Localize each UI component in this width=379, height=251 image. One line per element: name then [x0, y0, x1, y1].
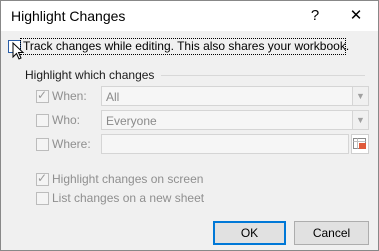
chevron-down-icon[interactable]: ▼ — [352, 111, 368, 129]
who-checkbox[interactable] — [36, 114, 49, 127]
help-icon[interactable]: ? — [305, 6, 325, 26]
chevron-down-icon[interactable]: ▼ — [352, 87, 368, 105]
highlight-on-screen-checkbox[interactable] — [36, 171, 49, 186]
where-label: Where: — [52, 137, 91, 151]
cancel-button[interactable]: Cancel — [294, 221, 369, 245]
who-dropdown[interactable]: Everyone ▼ — [101, 110, 369, 130]
who-value: Everyone — [106, 114, 157, 128]
window-title: Highlight Changes — [11, 8, 126, 24]
group-divider — [161, 75, 365, 76]
who-label: Who: — [52, 113, 81, 127]
when-label: When: — [52, 89, 87, 103]
track-changes-label[interactable]: Track changes while editing. This also s… — [23, 39, 349, 53]
mouse-pointer-icon — [12, 42, 25, 60]
when-dropdown[interactable]: All ▼ — [101, 86, 369, 106]
where-checkbox[interactable] — [36, 138, 49, 151]
group-title: Highlight which changes — [25, 68, 155, 82]
range-select-icon[interactable] — [351, 134, 369, 154]
list-on-new-sheet-checkbox[interactable] — [36, 192, 49, 205]
where-range-input[interactable] — [101, 134, 349, 154]
list-on-new-sheet-label: List changes on a new sheet — [52, 191, 205, 205]
when-value: All — [106, 90, 120, 104]
highlight-on-screen-label: Highlight changes on screen — [52, 172, 204, 186]
when-checkbox[interactable] — [36, 88, 49, 103]
ok-button[interactable]: OK — [213, 221, 286, 245]
title-bar: Highlight Changes ? ✕ — [1, 1, 378, 31]
close-icon[interactable]: ✕ — [343, 5, 369, 27]
highlight-changes-dialog: Highlight Changes ? ✕ Track changes whil… — [0, 0, 379, 251]
